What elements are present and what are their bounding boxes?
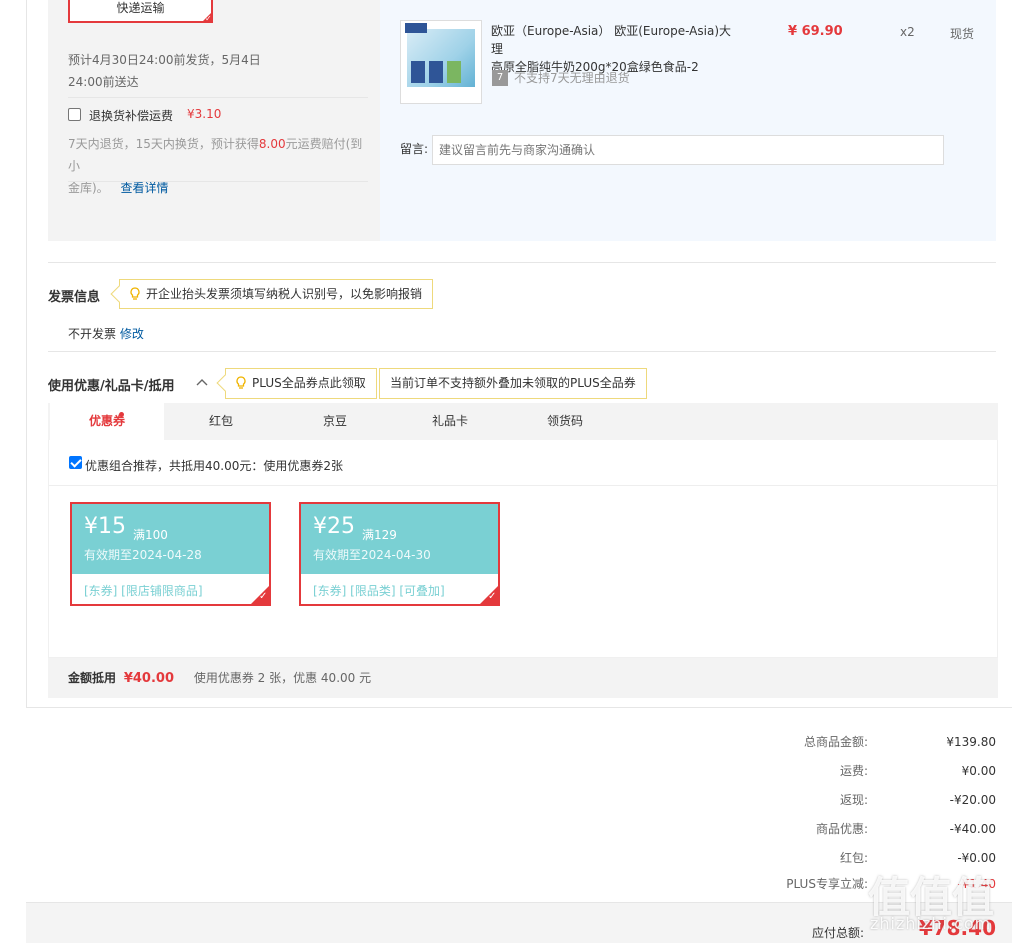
total-row-label: 商品优惠: [815,822,868,836]
selected-check-icon: ✓ [249,584,271,606]
coupon-expiry: 有效期至2024-04-30 [313,548,431,562]
product-stock-status: 现货 [950,27,975,41]
insurance-details-link[interactable]: 查看详情 [121,181,169,195]
product-price: ¥ 69.90 [788,24,843,39]
chevron-up-icon[interactable] [196,378,208,386]
invoice-status: 不开发票 修改 [68,325,144,342]
total-row-value: ¥0.00 [961,764,996,778]
invoice-modify-link[interactable]: 修改 [120,327,144,341]
payable-label: 应付总额: [811,926,864,940]
delivery-estimate-line1: 预计4月30日24:00前发货，5月4日 [68,53,261,67]
content-border-bottom [26,707,1012,708]
product-quantity: x2 [900,25,915,39]
invoice-status-text: 不开发票 [68,327,117,341]
express-shipping-label: 快递运输 [116,1,165,15]
new-dot-badge [119,412,124,417]
total-row-value: -¥20.00 [949,793,996,807]
tab-coupon[interactable]: 优惠券 [50,403,164,440]
selected-check-icon: ✓ [478,584,500,606]
total-row: 总商品金额: ¥139.80 [696,732,996,752]
express-shipping-button[interactable]: 快递运输 ✓ [68,0,213,23]
plus-coupon-notice: 当前订单不支持额外叠加未领取的PLUS全品券 [379,368,647,399]
insurance-checkbox[interactable] [68,108,81,121]
lightbulb-icon [130,287,140,300]
site-watermark: 值值值 zhizhizhi.com [864,860,1012,943]
discount-summary-label: 金额抵用 [68,671,117,685]
insurance-desc-text-a: 7天内退货，15天内换货，预计获得 [68,137,259,151]
coupon-amount: ¥15 [84,514,126,539]
coupon-tags: [东券] [限品类] [可叠加] [313,584,445,598]
plus-coupon-tip[interactable]: PLUS全品券点此领取 [216,368,377,399]
coupon-condition: 满100 [133,528,168,542]
total-row: 商品优惠: -¥40.00 [696,819,996,839]
discount-summary-bar: 金额抵用 ¥40.00 使用优惠券 2 张，优惠 40.00 元 [48,658,998,698]
plus-coupon-tip-text: PLUS全品券点此领取 [252,376,366,390]
coupon-header: ¥15 满100 有效期至2024-04-28 [72,504,269,574]
discount-summary-desc: 使用优惠券 2 张，优惠 40.00 元 [193,671,372,685]
combo-recommend-checkbox[interactable] [69,456,82,469]
discount-section-title[interactable]: 使用优惠/礼品卡/抵用 [48,375,175,394]
insurance-label: 退换货补偿运费 [89,109,174,123]
product-name-line1: 欧亚（Europe-Asia） 欧亚(Europe-Asia)大理 [491,24,732,56]
discount-summary-amount: ¥40.00 [123,671,175,686]
memo-input[interactable] [432,135,944,165]
plus-coupon-notice-text: 当前订单不支持额外叠加未领取的PLUS全品券 [390,376,636,390]
product-name[interactable]: 欧亚（Europe-Asia） 欧亚(Europe-Asia)大理 高原全脂纯牛… [491,22,741,76]
total-row-value: ¥139.80 [946,735,996,749]
coupon-header: ¥25 满129 有效期至2024-04-30 [301,504,498,574]
coupon-tags: [东券] [限店铺限商品] [84,584,203,598]
tab-jd-beans[interactable]: 京豆 [278,403,392,440]
total-row-label: 返现: [839,793,868,807]
insurance-price: ¥3.10 [187,107,222,121]
invoice-tip-text: 开企业抬头发票须填写纳税人识别号，以免影响报销 [146,287,423,301]
watermark-text: zhizhizhi.com [870,914,992,933]
coupon-expiry: 有效期至2024-04-28 [84,548,202,562]
total-row: 返现: -¥20.00 [696,790,996,810]
delivery-estimate-line2: 24:00前送达 [68,75,139,89]
shipping-options: 快递运输 ✓ 预计4月30日24:00前发货，5月4日 24:00前送达 退换货… [48,0,380,241]
coupon-condition: 满129 [362,528,397,542]
content-border-left [26,0,27,708]
return-policy-text: 不支持7天无理由退货 [514,71,630,85]
lightbulb-icon [236,376,246,389]
coupon-card[interactable]: ¥15 满100 有效期至2024-04-28 [东券] [限店铺限商品] ✓ [70,502,271,606]
total-row-label: 运费: [839,764,868,778]
total-row-label: 总商品金额: [803,735,868,749]
invoice-title: 发票信息 [48,290,101,305]
tab-red-packet[interactable]: 红包 [164,403,278,440]
memo-label: 留言: [400,142,429,156]
tab-gift-card[interactable]: 礼品卡 [392,403,508,440]
invoice-tip: 开企业抬头发票须填写纳税人识别号，以免影响报销 [110,279,434,309]
divider [68,97,368,98]
insurance-desc-text-c: 金库)。 [68,181,109,195]
divider [49,485,997,486]
combo-recommend-label: 优惠组合推荐，共抵用40.00元：使用优惠券2张 [85,459,343,473]
return-policy-icon: 7 [492,70,508,86]
section-divider [48,262,996,263]
insurance-description: 7天内退货，15天内换货，预计获得8.00元运费赔付(到小 金库)。 查看详情 [68,133,373,199]
product-image[interactable] [400,20,482,104]
coupon-amount: ¥25 [313,514,355,539]
section-divider [48,351,996,352]
tab-pickup-code[interactable]: 领货码 [508,403,622,440]
insurance-desc-amount: 8.00 [258,137,286,151]
total-row-value: -¥40.00 [949,822,996,836]
total-row: 运费: ¥0.00 [696,761,996,781]
coupon-card[interactable]: ¥25 满129 有效期至2024-04-30 [东券] [限品类] [可叠加]… [299,502,500,606]
divider [68,181,368,182]
selected-corner-icon: ✓ [201,11,213,23]
total-row-label: PLUS专享立减: [786,877,868,891]
discount-tabs: 优惠券 红包 京豆 礼品卡 领货码 [48,403,998,440]
